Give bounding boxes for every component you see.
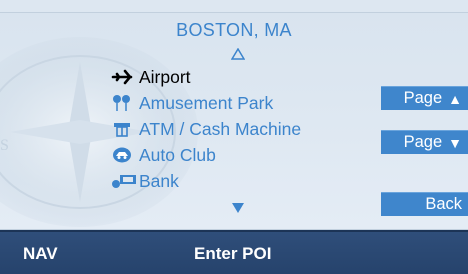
airplane-icon [111,69,133,85]
screen-title: Enter POI [194,244,272,263]
poi-item-auto-club[interactable]: Auto Club [111,144,216,166]
nav-mode-label[interactable]: NAV [23,244,58,264]
divider-top [0,12,468,13]
poi-label: Bank [139,170,179,191]
atm-icon [114,123,130,137]
poi-label: Amusement Park [139,92,274,113]
content-area: S BOSTON, MA Airport Amusement Park ATM … [0,12,468,230]
poi-label: Auto Club [139,144,216,165]
amusement-park-icon [113,95,130,111]
city-title: BOSTON, MA [176,20,292,40]
page-up-button[interactable]: Page ▲ [381,86,468,110]
bank-icon [112,175,136,188]
auto-club-icon [113,147,131,163]
poi-screen: S BOSTON, MA Airport Amusement Park ATM … [0,0,468,274]
poi-label: ATM / Cash Machine [139,118,302,139]
page-down-label: Page [403,133,443,151]
status-bar: NAV Enter POI [0,230,468,274]
poi-item-amusement-park[interactable]: Amusement Park [111,92,273,114]
top-band [0,0,468,12]
page-down-button[interactable]: Page ▼ [381,130,468,154]
poi-item-bank[interactable]: Bank [111,170,179,192]
back-label: Back [425,195,462,213]
scroll-down-arrow-icon[interactable] [231,202,245,214]
svg-text:S: S [0,137,9,154]
poi-item-airport[interactable]: Airport [111,66,191,88]
poi-item-atm[interactable]: ATM / Cash Machine [111,118,301,140]
page-up-label: Page [403,89,443,107]
back-button[interactable]: Back [381,192,468,216]
triangle-up-icon: ▲ [448,90,462,107]
poi-label: Airport [139,66,191,87]
triangle-down-icon: ▼ [448,134,462,151]
scroll-up-arrow-icon[interactable] [231,48,245,60]
